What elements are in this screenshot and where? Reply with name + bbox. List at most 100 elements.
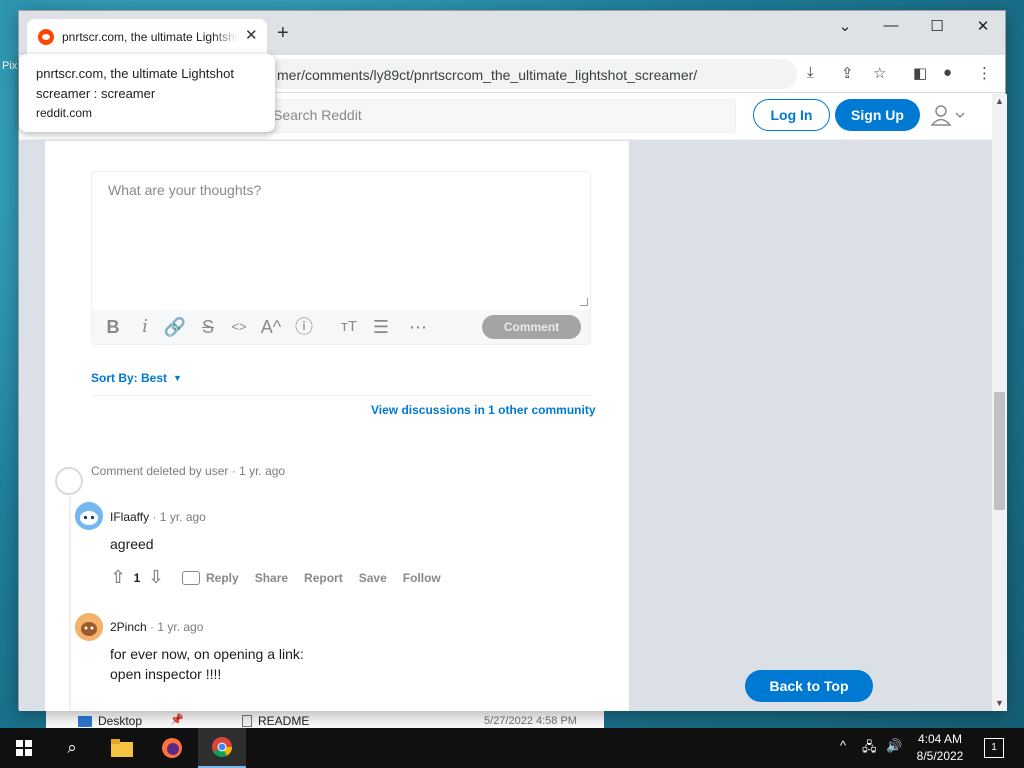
sort-dropdown[interactable]: Sort By: Best ▼ [91,371,182,385]
scroll-down-icon[interactable]: ▼ [995,698,1004,708]
superscript-icon[interactable]: A^ [258,316,284,338]
reply-bubble-icon[interactable] [182,570,200,585]
reddit-search-input[interactable] [273,107,713,123]
network-icon[interactable]: 🖧 [862,738,877,760]
sort-label: Sort By: Best [91,371,168,385]
start-button[interactable] [0,728,48,768]
editor-toolbar: B i 🔗 S <> A^ ⓘ тT ☰ ⋯ Comment [92,310,590,344]
2pinch-comment-meta: 2Pinch · 1 yr. ago [110,620,203,634]
comment-textarea[interactable] [92,172,590,310]
share-button[interactable]: Share [255,571,288,585]
new-tab-button[interactable]: + [277,23,289,43]
page-scrollbar[interactable]: ▲ ▼ [992,94,1007,711]
scrollbar-thumb[interactable] [994,392,1005,510]
user-menu-dropdown[interactable] [930,104,971,128]
view-discussions-link[interactable]: View discussions in 1 other community [371,403,596,417]
spoiler-icon[interactable]: ⓘ [291,316,317,338]
comment-author[interactable]: 2Pinch [110,620,147,634]
hover-card-title: pnrtscr.com, the ultimate Lightshot scre… [36,66,234,101]
tray-chevron-icon[interactable]: ^ [840,738,846,753]
sort-divider [91,395,591,396]
comment-score: 1 [133,570,141,585]
firefox-taskbar-icon[interactable] [148,728,196,768]
share-icon[interactable]: ⇪ [841,64,854,82]
profile-avatar-icon[interactable]: ● [943,64,952,81]
desktop-icon-label[interactable]: Pix [2,60,17,72]
bold-icon[interactable]: B [100,316,126,338]
clock-time: 4:04 AM [917,732,963,746]
search-icon[interactable]: ⌕ [48,728,96,768]
follow-button[interactable]: Follow [403,571,441,585]
link-icon[interactable]: 🔗 [162,316,188,338]
pin-icon: 📌 [170,714,184,726]
comment-author[interactable]: IFlaaffy [110,510,149,524]
windows-logo-icon [16,740,32,756]
heading-icon[interactable]: тT [336,316,362,338]
address-url: mer/comments/ly89ct/pnrtscrcom_the_ultim… [277,67,698,83]
deleted-user-avatar [55,467,83,495]
inline-code-icon[interactable]: <> [226,316,252,338]
install-app-icon[interactable]: ⤓ [807,64,814,81]
windows-taskbar: ⌕ ^ 🖧 🔊 4:04 AM 8/5/2022 1 [0,728,1024,768]
snoo-avatar-icon [75,502,103,530]
maximize-icon[interactable]: ☐ [922,17,952,35]
taskbar-clock[interactable]: 4:04 AM 8/5/2022 [905,731,975,765]
scroll-up-icon[interactable]: ▲ [995,96,1004,106]
chrome-taskbar-icon[interactable] [198,728,246,768]
tab-title: pnrtscr.com, the ultimate Lightshot scre… [62,30,238,44]
2pinch-comment-body: for ever now, on opening a link: open in… [110,644,304,684]
user-icon [930,105,965,126]
minimize-icon[interactable]: — [876,17,906,34]
volume-icon[interactable]: 🔊 [886,738,902,754]
desktop-folder-icon [78,715,92,727]
bookmark-star-icon[interactable]: ☆ [873,64,886,82]
italic-icon[interactable]: i [132,316,158,338]
reddit-search-box[interactable] [262,99,736,133]
clock-date: 8/5/2022 [916,749,964,763]
explorer-desktop-label: Desktop [98,714,143,728]
chrome-menu-icon[interactable]: ⋮ [977,64,992,82]
login-button[interactable]: Log In [753,99,830,131]
report-button[interactable]: Report [304,571,343,585]
firefox-icon [162,738,182,758]
reply-button[interactable]: Reply [206,571,239,585]
signup-button[interactable]: Sign Up [835,99,920,131]
explorer-file-row[interactable]: README [242,714,309,728]
notification-center-icon[interactable]: 1 [984,738,1004,758]
comment-age: · 1 yr. ago [146,620,204,634]
comment-editor: B i 🔗 S <> A^ ⓘ тT ☰ ⋯ Comment [91,171,591,345]
side-panel-icon[interactable]: ◧ [913,64,927,82]
address-bar[interactable]: mer/comments/ly89ct/pnrtscrcom_the_ultim… [269,59,797,89]
thread-line[interactable] [69,497,71,711]
file-explorer-taskbar-icon[interactable] [98,728,146,768]
comment-submit-button[interactable]: Comment [482,315,581,339]
window-close-icon[interactable]: ✕ [968,17,998,35]
downvote-icon[interactable]: ⇩ [144,567,168,588]
chrome-icon [212,737,233,758]
file-explorer-behind: Desktop 📌 README 5/27/2022 4:58 PM [46,708,604,730]
upvote-icon[interactable]: ⇧ [106,567,130,588]
tab-search-chevron-icon[interactable]: ⌄ [830,17,860,35]
resize-grip-icon[interactable] [580,298,588,306]
reddit-favicon-icon [38,29,54,45]
tab-strip: pnrtscr.com, the ultimate Lightshot scre… [19,11,1005,55]
iflaaffy-avatar[interactable] [75,502,103,530]
2pinch-avatar[interactable] [75,613,103,641]
save-button[interactable]: Save [359,571,387,585]
post-content: B i 🔗 S <> A^ ⓘ тT ☰ ⋯ Comment Sort By: … [45,141,629,711]
iflaaffy-comment-body: agreed [110,536,154,552]
strikethrough-icon[interactable]: S [195,316,221,338]
snoo-avatar-icon [75,613,103,641]
more-options-icon[interactable]: ⋯ [405,316,431,338]
browser-tab[interactable]: pnrtscr.com, the ultimate Lightshot scre… [27,19,267,55]
hover-card-domain: reddit.com [36,106,93,120]
bulleted-list-icon[interactable]: ☰ [368,316,394,338]
back-to-top-button[interactable]: Back to Top [745,670,873,702]
comment-line: for ever now, on opening a link: [110,646,304,662]
explorer-desktop-item[interactable]: Desktop [78,714,142,728]
comment-action-bar: ⇧ 1 ⇩ Reply Share Report Save Follow [106,567,441,588]
tab-close-icon[interactable]: ✕ [245,26,258,44]
caret-down-icon: ▼ [173,373,182,383]
file-icon [242,715,252,727]
comment-age: · 1 yr. ago [149,510,206,524]
